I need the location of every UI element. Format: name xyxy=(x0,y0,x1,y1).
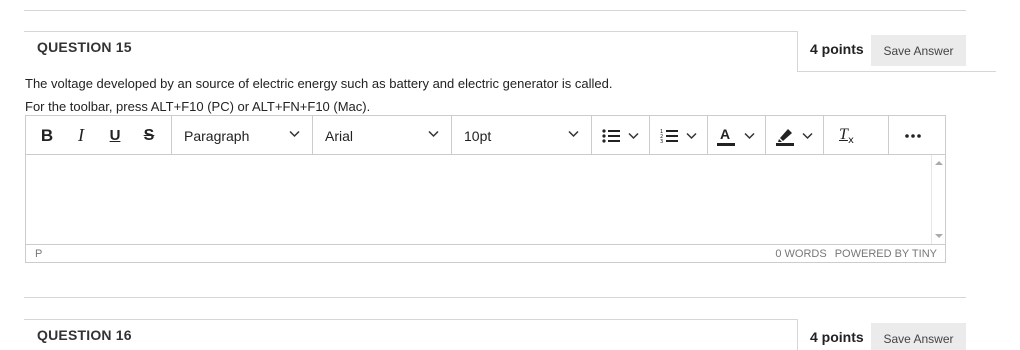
underline-button[interactable]: U xyxy=(100,116,130,155)
bold-icon: B xyxy=(40,125,54,145)
more-options-button[interactable] xyxy=(892,116,934,155)
editor-toolbar: B I U S Paragraph Arial 10pt 1 2 3 A T x xyxy=(26,116,945,155)
block-format-select[interactable]: Paragraph xyxy=(172,116,312,155)
toolbar-separator xyxy=(707,116,708,155)
question-15-prompt: The voltage developed by an source of el… xyxy=(25,76,613,91)
font-size-select[interactable]: 10pt xyxy=(452,116,591,155)
chevron-down-icon xyxy=(685,132,697,139)
question-15-save-button[interactable]: Save Answer xyxy=(871,35,966,66)
editor-scrollbar[interactable] xyxy=(931,155,945,244)
rich-text-editor: B I U S Paragraph Arial 10pt 1 2 3 A T x… xyxy=(25,115,946,263)
numbered-list-button[interactable]: 1 2 3 xyxy=(654,116,702,155)
bullet-list-button[interactable] xyxy=(596,116,644,155)
element-path[interactable]: P xyxy=(35,248,42,260)
chevron-down-icon xyxy=(802,132,813,139)
editor-statusbar: P 0 WORDS POWERED BY TINY xyxy=(26,244,945,262)
word-count[interactable]: 0 WORDS xyxy=(775,248,826,260)
text-color-icon: A xyxy=(717,126,735,146)
chevron-down-icon xyxy=(568,130,579,138)
block-format-value: Paragraph xyxy=(184,127,250,144)
bullet-list-icon xyxy=(601,128,620,143)
more-icon xyxy=(905,133,921,138)
chevron-down-icon xyxy=(744,132,755,139)
toolbar-separator xyxy=(765,116,766,155)
question-15-points-box: 4 points Save Answer xyxy=(797,31,996,72)
strikethrough-button[interactable]: S xyxy=(134,116,164,155)
section-divider xyxy=(24,297,966,298)
chevron-down-icon xyxy=(627,132,639,139)
toolbar-separator xyxy=(888,116,889,155)
strikethrough-icon: S xyxy=(143,126,155,144)
clear-formatting-button[interactable]: T x xyxy=(829,116,863,155)
text-color-button[interactable]: A xyxy=(710,116,762,155)
top-divider xyxy=(24,10,966,11)
toolbar-separator xyxy=(823,116,824,155)
question-16-title: QUESTION 16 xyxy=(37,327,132,343)
scroll-down-icon[interactable] xyxy=(933,232,945,240)
question-15-points: 4 points xyxy=(810,41,864,57)
font-family-value: Arial xyxy=(325,127,354,144)
chevron-down-icon xyxy=(428,130,439,138)
font-family-select[interactable]: Arial xyxy=(313,116,451,155)
svg-text:3: 3 xyxy=(660,139,663,144)
toolbar-separator xyxy=(591,116,592,155)
highlight-icon xyxy=(776,128,794,146)
underline-icon: U xyxy=(109,127,121,144)
question-15-title: QUESTION 15 xyxy=(37,39,132,55)
question-16-points: 4 points xyxy=(810,329,864,345)
chevron-down-icon xyxy=(289,130,300,138)
clear-formatting-icon: T x xyxy=(839,125,854,146)
question-16-points-box: 4 points Save Answer xyxy=(797,319,996,350)
bold-button[interactable]: B xyxy=(32,116,62,155)
numbered-list-icon: 1 2 3 xyxy=(660,129,678,144)
question-16-save-button[interactable]: Save Answer xyxy=(871,323,966,350)
scroll-up-icon[interactable] xyxy=(933,159,945,167)
toolbar-hint: For the toolbar, press ALT+F10 (PC) or A… xyxy=(25,99,371,114)
powered-by-link[interactable]: POWERED BY TINY xyxy=(835,248,937,260)
toolbar-separator xyxy=(649,116,650,155)
editor-content-area[interactable] xyxy=(26,155,945,244)
italic-icon: I xyxy=(78,125,84,145)
highlight-color-button[interactable] xyxy=(768,116,820,155)
italic-button[interactable]: I xyxy=(66,116,96,155)
font-size-value: 10pt xyxy=(464,127,492,144)
